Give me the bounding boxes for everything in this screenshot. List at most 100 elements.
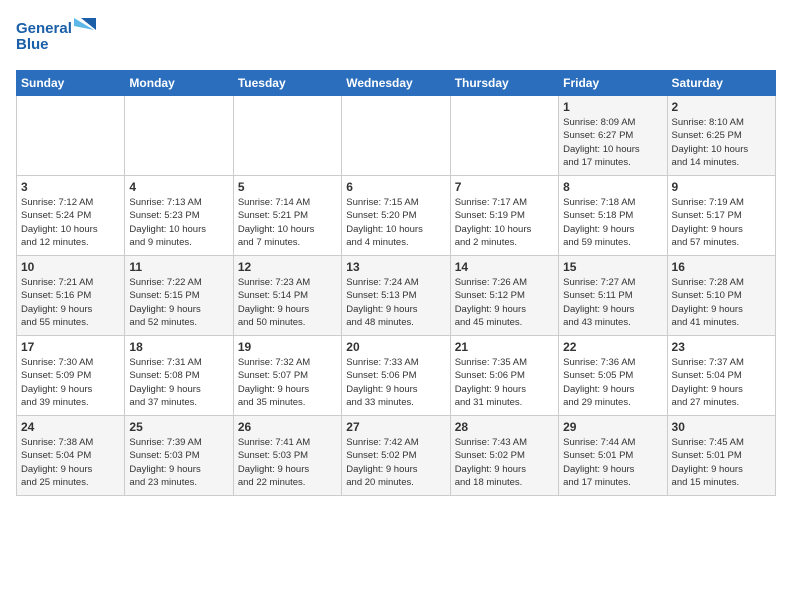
logo: GeneralBlue [16,16,96,60]
calendar-cell: 4 Sunrise: 7:13 AM Sunset: 5:23 PM Daylig… [125,176,233,256]
calendar-cell: 29 Sunrise: 7:44 AM Sunset: 5:01 PM Dayli… [559,416,667,496]
calendar-cell: 1 Sunrise: 8:09 AM Sunset: 6:27 PM Daylig… [559,96,667,176]
calendar-week-row: 17 Sunrise: 7:30 AM Sunset: 5:09 PM Dayli… [17,336,776,416]
calendar-cell [125,96,233,176]
day-number: 28 [455,420,554,434]
day-info: Sunrise: 7:22 AM Sunset: 5:15 PM Dayligh… [129,276,228,329]
day-number: 17 [21,340,120,354]
day-info: Sunrise: 7:37 AM Sunset: 5:04 PM Dayligh… [672,356,771,409]
calendar-cell [17,96,125,176]
logo-svg: GeneralBlue [16,16,96,60]
day-number: 22 [563,340,662,354]
calendar-cell: 27 Sunrise: 7:42 AM Sunset: 5:02 PM Dayli… [342,416,450,496]
day-number: 19 [238,340,337,354]
day-info: Sunrise: 7:35 AM Sunset: 5:06 PM Dayligh… [455,356,554,409]
day-info: Sunrise: 8:10 AM Sunset: 6:25 PM Dayligh… [672,116,771,169]
day-info: Sunrise: 7:28 AM Sunset: 5:10 PM Dayligh… [672,276,771,329]
svg-text:General: General [16,20,72,37]
day-info: Sunrise: 8:09 AM Sunset: 6:27 PM Dayligh… [563,116,662,169]
calendar-week-row: 3 Sunrise: 7:12 AM Sunset: 5:24 PM Daylig… [17,176,776,256]
weekday-header-cell: Sunday [17,71,125,96]
day-number: 29 [563,420,662,434]
day-number: 1 [563,100,662,114]
day-number: 7 [455,180,554,194]
day-number: 4 [129,180,228,194]
day-info: Sunrise: 7:43 AM Sunset: 5:02 PM Dayligh… [455,436,554,489]
day-info: Sunrise: 7:23 AM Sunset: 5:14 PM Dayligh… [238,276,337,329]
day-info: Sunrise: 7:30 AM Sunset: 5:09 PM Dayligh… [21,356,120,409]
day-number: 9 [672,180,771,194]
day-info: Sunrise: 7:27 AM Sunset: 5:11 PM Dayligh… [563,276,662,329]
calendar-week-row: 1 Sunrise: 8:09 AM Sunset: 6:27 PM Daylig… [17,96,776,176]
calendar-cell: 18 Sunrise: 7:31 AM Sunset: 5:08 PM Dayli… [125,336,233,416]
calendar-cell: 23 Sunrise: 7:37 AM Sunset: 5:04 PM Dayli… [667,336,775,416]
day-info: Sunrise: 7:45 AM Sunset: 5:01 PM Dayligh… [672,436,771,489]
svg-text:Blue: Blue [16,36,49,53]
calendar-table: SundayMondayTuesdayWednesdayThursdayFrid… [16,70,776,496]
day-info: Sunrise: 7:15 AM Sunset: 5:20 PM Dayligh… [346,196,445,249]
day-number: 16 [672,260,771,274]
day-number: 15 [563,260,662,274]
day-number: 10 [21,260,120,274]
calendar-cell: 8Sunrise: 7:18 AM Sunset: 5:18 PM Daylig… [559,176,667,256]
day-info: Sunrise: 7:26 AM Sunset: 5:12 PM Dayligh… [455,276,554,329]
day-info: Sunrise: 7:38 AM Sunset: 5:04 PM Dayligh… [21,436,120,489]
day-number: 30 [672,420,771,434]
day-info: Sunrise: 7:12 AM Sunset: 5:24 PM Dayligh… [21,196,120,249]
calendar-cell: 2 Sunrise: 8:10 AM Sunset: 6:25 PM Daylig… [667,96,775,176]
weekday-header-cell: Saturday [667,71,775,96]
calendar-cell: 11 Sunrise: 7:22 AM Sunset: 5:15 PM Dayli… [125,256,233,336]
calendar-cell [233,96,341,176]
calendar-cell: 25 Sunrise: 7:39 AM Sunset: 5:03 PM Dayli… [125,416,233,496]
day-number: 26 [238,420,337,434]
day-number: 6 [346,180,445,194]
weekday-header-cell: Wednesday [342,71,450,96]
day-number: 25 [129,420,228,434]
calendar-week-row: 24Sunrise: 7:38 AM Sunset: 5:04 PM Dayli… [17,416,776,496]
day-info: Sunrise: 7:18 AM Sunset: 5:18 PM Dayligh… [563,196,662,249]
calendar-cell: 3 Sunrise: 7:12 AM Sunset: 5:24 PM Daylig… [17,176,125,256]
calendar-cell: 9Sunrise: 7:19 AM Sunset: 5:17 PM Daylig… [667,176,775,256]
calendar-cell [342,96,450,176]
day-number: 20 [346,340,445,354]
day-info: Sunrise: 7:39 AM Sunset: 5:03 PM Dayligh… [129,436,228,489]
day-info: Sunrise: 7:42 AM Sunset: 5:02 PM Dayligh… [346,436,445,489]
day-number: 2 [672,100,771,114]
day-number: 13 [346,260,445,274]
calendar-cell: 14 Sunrise: 7:26 AM Sunset: 5:12 PM Dayli… [450,256,558,336]
calendar-cell: 24Sunrise: 7:38 AM Sunset: 5:04 PM Dayli… [17,416,125,496]
day-number: 23 [672,340,771,354]
calendar-cell: 30 Sunrise: 7:45 AM Sunset: 5:01 PM Dayli… [667,416,775,496]
calendar-cell: 20 Sunrise: 7:33 AM Sunset: 5:06 PM Dayli… [342,336,450,416]
calendar-cell: 13Sunrise: 7:24 AM Sunset: 5:13 PM Dayli… [342,256,450,336]
day-info: Sunrise: 7:33 AM Sunset: 5:06 PM Dayligh… [346,356,445,409]
calendar-cell: 21 Sunrise: 7:35 AM Sunset: 5:06 PM Dayli… [450,336,558,416]
day-number: 5 [238,180,337,194]
calendar-week-row: 10Sunrise: 7:21 AM Sunset: 5:16 PM Dayli… [17,256,776,336]
weekday-header-cell: Friday [559,71,667,96]
day-number: 18 [129,340,228,354]
day-info: Sunrise: 7:31 AM Sunset: 5:08 PM Dayligh… [129,356,228,409]
day-info: Sunrise: 7:32 AM Sunset: 5:07 PM Dayligh… [238,356,337,409]
day-info: Sunrise: 7:17 AM Sunset: 5:19 PM Dayligh… [455,196,554,249]
day-info: Sunrise: 7:14 AM Sunset: 5:21 PM Dayligh… [238,196,337,249]
weekday-header-cell: Thursday [450,71,558,96]
day-number: 12 [238,260,337,274]
calendar-cell: 16 Sunrise: 7:28 AM Sunset: 5:10 PM Dayli… [667,256,775,336]
day-number: 11 [129,260,228,274]
calendar-cell [450,96,558,176]
day-info: Sunrise: 7:44 AM Sunset: 5:01 PM Dayligh… [563,436,662,489]
day-info: Sunrise: 7:41 AM Sunset: 5:03 PM Dayligh… [238,436,337,489]
day-info: Sunrise: 7:36 AM Sunset: 5:05 PM Dayligh… [563,356,662,409]
day-number: 21 [455,340,554,354]
day-info: Sunrise: 7:13 AM Sunset: 5:23 PM Dayligh… [129,196,228,249]
calendar-cell: 12 Sunrise: 7:23 AM Sunset: 5:14 PM Dayli… [233,256,341,336]
calendar-cell: 17 Sunrise: 7:30 AM Sunset: 5:09 PM Dayli… [17,336,125,416]
day-number: 3 [21,180,120,194]
calendar-cell: 10Sunrise: 7:21 AM Sunset: 5:16 PM Dayli… [17,256,125,336]
calendar-cell: 6 Sunrise: 7:15 AM Sunset: 5:20 PM Daylig… [342,176,450,256]
day-number: 27 [346,420,445,434]
calendar-cell: 7 Sunrise: 7:17 AM Sunset: 5:19 PM Daylig… [450,176,558,256]
calendar-cell: 28 Sunrise: 7:43 AM Sunset: 5:02 PM Dayli… [450,416,558,496]
day-number: 14 [455,260,554,274]
